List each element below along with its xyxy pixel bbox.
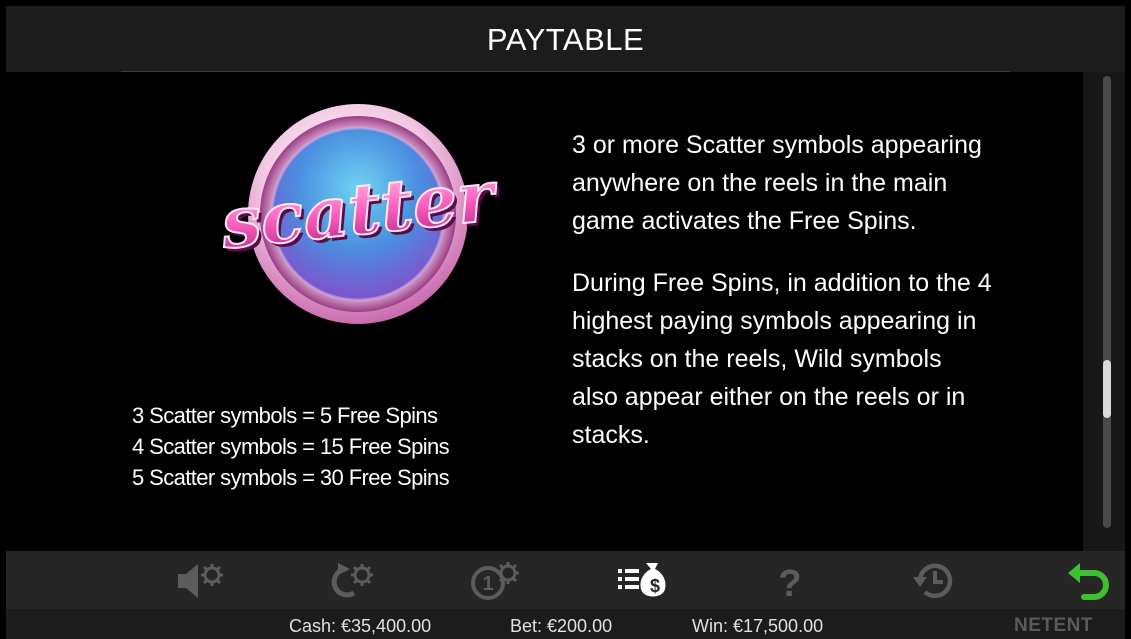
paytable-header: PAYTABLE — [6, 6, 1125, 72]
payout-line: 3 Scatter symbols = 5 Free Spins — [132, 403, 438, 428]
help-icon[interactable]: ? — [764, 559, 816, 603]
scatter-payouts: 3 Scatter symbols = 5 Free Spins 4 Scatt… — [132, 400, 450, 493]
scrollbar[interactable] — [1083, 72, 1125, 551]
paytable-icon[interactable]: $ — [616, 559, 668, 603]
scrollbar-thumb[interactable] — [1103, 360, 1111, 418]
payout-line: 4 Scatter symbols = 15 Free Spins — [132, 434, 450, 459]
scatter-symbol-icon: scatter scatter — [215, 104, 501, 324]
win-amount: Win: €17,500.00 — [692, 616, 824, 636]
back-icon[interactable] — [1064, 559, 1116, 603]
scrollbar-track[interactable] — [1103, 76, 1111, 528]
history-icon[interactable] — [910, 559, 962, 603]
svg-text:?: ? — [778, 563, 801, 603]
description-paragraph: 3 or more Scatter symbols appearing anyw… — [572, 131, 982, 235]
bet-amount: Bet: €200.00 — [510, 616, 613, 636]
paytable-content[interactable]: scatter scatter 3 Scatter symbols = 5 Fr… — [6, 72, 1083, 551]
payout-line: 5 Scatter symbols = 30 Free Spins — [132, 465, 450, 490]
game-toolbar: 1 $ ? — [6, 551, 1125, 609]
scatter-description: 3 or more Scatter symbols appearing anyw… — [572, 126, 992, 478]
autoplay-settings-icon[interactable] — [324, 559, 376, 603]
cash-balance: Cash: €35,400.00 — [289, 616, 432, 636]
svg-text:$: $ — [650, 576, 660, 596]
status-bar: Cash: €35,400.00 Bet: €200.00 Win: €17,5… — [6, 609, 1125, 639]
svg-text:1: 1 — [482, 573, 493, 595]
netent-logo: NETENT — [1014, 615, 1093, 636]
sound-settings-icon[interactable] — [174, 559, 226, 603]
paytable-screen: PAYTABLE scatter scatter 3 Scatter symbo… — [6, 6, 1125, 639]
description-paragraph: During Free Spins, in addition to the 4 … — [572, 269, 992, 449]
page-title: PAYTABLE — [486, 22, 645, 57]
bet-settings-icon[interactable]: 1 — [470, 559, 522, 603]
